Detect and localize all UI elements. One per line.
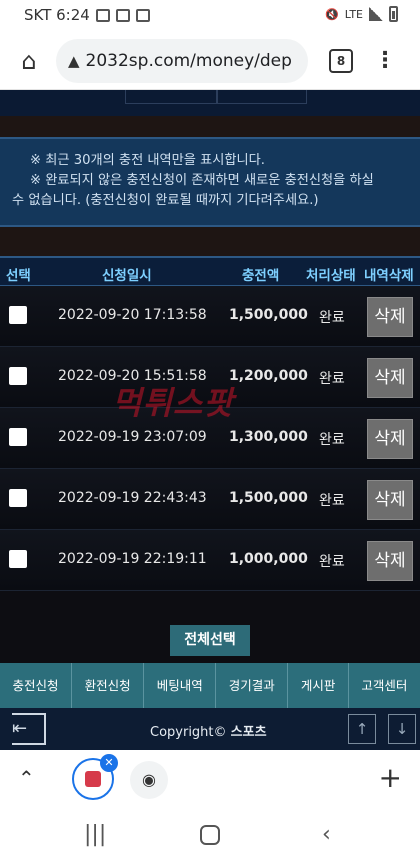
delete-button[interactable]: 삭제 <box>367 480 413 520</box>
delete-button[interactable]: 삭제 <box>367 419 413 459</box>
browser-toolbar: ⌂ ▲ 2032sp.com/money/dep 8 ⋮ <box>0 32 420 90</box>
network-label: LTE <box>344 7 363 21</box>
copyright: Copyright© 스포츠 <box>150 721 267 740</box>
site-favicon-icon <box>85 771 101 787</box>
header-status: 처리상태 <box>306 268 356 284</box>
row-checkbox[interactable] <box>9 367 27 385</box>
back-icon[interactable]: ‹ <box>322 822 331 847</box>
notice-box: ※ 최근 30개의 충전 내역만을 표시합니다. ※ 완료되지 않은 충전신청이… <box>0 137 420 227</box>
row-date: 2022-09-19 23:07:09 <box>58 429 207 445</box>
arrow-down-icon[interactable]: ↓ <box>388 714 416 744</box>
carrier-time: SKT 6:24 <box>24 6 90 24</box>
row-date: 2022-09-20 17:13:58 <box>58 307 207 323</box>
row-status: 완료 <box>319 554 345 570</box>
notice-line: ※ 최근 30개의 충전 내역만을 표시합니다. <box>30 153 265 168</box>
header-date: 신청일시 <box>102 268 152 284</box>
home-nav-icon[interactable] <box>200 825 220 845</box>
mute-icon: 🔇 <box>325 7 339 21</box>
top-strip-cell <box>217 90 307 104</box>
select-all-button[interactable]: 전체선택 <box>170 625 250 656</box>
watermark-logo: 먹튀스팟 <box>112 384 234 422</box>
status-right: 🔇 LTE <box>325 6 398 22</box>
header-amount: 충전액 <box>242 268 280 284</box>
notice-line: ※ 완료되지 않은 충전신청이 존재하면 새로운 충전신청을 하실 <box>30 173 374 188</box>
menu-deposit[interactable]: 충전신청 <box>0 663 73 708</box>
android-nav-bar: ||| ‹ <box>0 810 420 863</box>
bottom-menu: 충전신청 환전신청 베팅내역 경기결과 게시판 고객센터 <box>0 663 420 708</box>
menu-bet-history[interactable]: 베팅내역 <box>144 663 217 708</box>
table-header: 선택 신청일시 충전액 처리상태 내역삭제 <box>0 256 420 286</box>
row-status: 완료 <box>319 493 345 509</box>
active-tab[interactable]: ✕ <box>72 754 118 800</box>
globe-icon[interactable]: ◉ <box>130 761 168 799</box>
row-amount: 1,000,000 <box>229 551 308 567</box>
url-text: 2032sp.com/money/dep <box>85 51 292 71</box>
status-left: SKT 6:24 <box>24 6 150 24</box>
warning-icon: ▲ <box>68 52 80 70</box>
row-checkbox[interactable] <box>9 550 27 568</box>
delete-button[interactable]: 삭제 <box>367 541 413 581</box>
more-vert-icon[interactable]: ⋮ <box>374 46 396 76</box>
table-row: 2022-09-19 22:19:11 1,000,000 완료 삭제 <box>0 530 420 591</box>
status-bar: SKT 6:24 🔇 LTE <box>0 0 420 32</box>
address-bar[interactable]: ▲ 2032sp.com/money/dep <box>56 39 308 83</box>
copyright-brand: 스포츠 <box>230 725 267 740</box>
separator-band <box>0 227 420 257</box>
row-status: 완료 <box>319 432 345 448</box>
tab-switcher-button[interactable]: 8 <box>329 49 353 73</box>
copyright-prefix: Copyright© <box>150 725 227 740</box>
row-checkbox[interactable] <box>9 489 27 507</box>
row-checkbox[interactable] <box>9 428 27 446</box>
row-amount: 1,500,000 <box>229 307 308 323</box>
signal-icon <box>369 7 383 21</box>
menu-support[interactable]: 고객센터 <box>349 663 420 708</box>
youtube-notification-icon <box>115 8 130 22</box>
row-date: 2022-09-19 22:19:11 <box>58 551 207 567</box>
menu-withdraw[interactable]: 환전신청 <box>72 663 145 708</box>
row-amount: 1,500,000 <box>229 490 308 506</box>
top-strip <box>0 90 420 116</box>
menu-results[interactable]: 경기결과 <box>216 663 289 708</box>
recents-icon[interactable]: ||| <box>84 822 106 847</box>
header-select: 선택 <box>6 268 31 284</box>
site-footer: ⇤ Copyright© 스포츠 ↑ ↓ <box>0 708 420 750</box>
arrow-up-icon[interactable]: ↑ <box>348 714 376 744</box>
table-row: 2022-09-20 17:13:58 1,500,000 완료 삭제 <box>0 286 420 347</box>
chevron-up-icon[interactable]: ⌃ <box>18 766 35 790</box>
notice-line: 수 없습니다. (충전신청이 완료될 때까지 기다려주세요.) <box>12 193 319 208</box>
logout-icon[interactable]: ⇤ <box>12 713 46 745</box>
web-page: ※ 최근 30개의 충전 내역만을 표시합니다. ※ 완료되지 않은 충전신청이… <box>0 90 420 722</box>
row-status: 완료 <box>319 371 345 387</box>
separator-band <box>0 116 420 138</box>
close-tab-icon[interactable]: ✕ <box>100 754 118 772</box>
row-amount: 1,300,000 <box>229 429 308 445</box>
delete-button[interactable]: 삭제 <box>367 297 413 337</box>
gallery-notification-icon <box>95 8 110 22</box>
delete-button[interactable]: 삭제 <box>367 358 413 398</box>
header-delete: 내역삭제 <box>364 268 414 284</box>
row-date: 2022-09-19 22:43:43 <box>58 490 207 506</box>
row-status: 완료 <box>319 310 345 326</box>
tab-group-bar: ⌃ ✕ ◉ + <box>0 750 420 810</box>
top-strip-cell <box>125 90 217 104</box>
table-row: 2022-09-19 22:43:43 1,500,000 완료 삭제 <box>0 469 420 530</box>
row-checkbox[interactable] <box>9 306 27 324</box>
row-amount: 1,200,000 <box>229 368 308 384</box>
battery-icon <box>389 6 398 22</box>
home-icon[interactable]: ⌂ <box>14 46 44 76</box>
new-tab-icon[interactable]: + <box>379 761 402 794</box>
app-notification-icon <box>135 8 150 22</box>
menu-board[interactable]: 게시판 <box>288 663 349 708</box>
